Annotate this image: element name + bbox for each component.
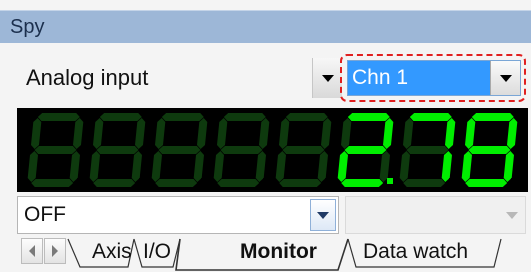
digit-2-segment-b [197, 118, 208, 149]
digit-0-segment-b [73, 118, 84, 149]
digit-4-segment-g [282, 146, 325, 154]
digit-2-segment-f [155, 118, 166, 149]
digit-7-segment-c [503, 151, 514, 182]
seven-segment-display [17, 108, 528, 192]
digit-4-segment-c [317, 151, 328, 182]
tab-io[interactable]: I/O [143, 240, 171, 264]
digit-3-segment-b [259, 118, 270, 149]
digit-1-decimal-point [139, 178, 145, 184]
panel-title: Spy [10, 16, 45, 38]
digit-7-decimal-point [511, 178, 517, 184]
digit-3-segment-f [217, 118, 228, 149]
digit-5-segment-e [337, 151, 348, 182]
digit-7-segment-g [468, 146, 511, 154]
spy-panel: Spy Analog input Chn 1 OFF Axis I/O Moni… [0, 0, 531, 272]
digit-3-segment-a [223, 113, 266, 121]
digit-5-segment-g [344, 146, 387, 154]
digit-1-segment-g [96, 146, 139, 154]
digit-5-segment-a [347, 113, 390, 121]
tab-monitor[interactable]: Monitor [240, 240, 317, 264]
digit-2-segment-c [193, 151, 204, 182]
source-select[interactable]: Analog input [20, 58, 342, 98]
digit-5-segment-d [341, 179, 384, 187]
mode-select[interactable]: OFF [17, 196, 339, 234]
mode-select-value: OFF [24, 203, 66, 226]
chevron-down-icon [317, 211, 329, 219]
digit-0-segment-e [27, 151, 38, 182]
digit-2-segment-g [158, 146, 201, 154]
source-select-value: Analog input [26, 65, 149, 90]
panel-titlebar: Spy [0, 10, 531, 43]
digit-5-segment-b [383, 118, 394, 149]
digit-3-decimal-point [263, 178, 269, 184]
digit-7-segment-f [465, 118, 476, 149]
digit-5-segment-c [379, 151, 390, 182]
chevron-down-icon [321, 74, 334, 82]
channel-select-value: Chn 1 [352, 66, 409, 89]
digit-4-segment-a [285, 113, 328, 121]
digit-0-segment-g [34, 146, 77, 154]
digit-1-segment-a [99, 113, 142, 121]
digit-7-segment-a [471, 113, 514, 121]
digit-6-segment-e [399, 151, 410, 182]
digit-4-decimal-point [325, 178, 331, 184]
digit-1-segment-e [89, 151, 100, 182]
digit-2-segment-a [161, 113, 204, 121]
seven-segment-digits [27, 113, 518, 187]
secondary-select-dropdown-button [499, 197, 525, 233]
digit-1-segment-b [135, 118, 146, 149]
digit-3-segment-g [220, 146, 263, 154]
digit-7-segment-b [507, 118, 518, 149]
digit-7-segment-d [465, 179, 508, 187]
chevron-down-icon [506, 211, 518, 219]
digit-3-segment-e [213, 151, 224, 182]
digit-4-segment-f [279, 118, 290, 149]
digit-0-segment-d [31, 179, 74, 187]
channel-select[interactable]: Chn 1 [347, 60, 521, 96]
tab-strip: Axis I/O Monitor Data watch [0, 236, 531, 272]
mode-select-dropdown-button[interactable] [310, 199, 336, 231]
digit-1-segment-f [93, 118, 104, 149]
digit-0-segment-a [37, 113, 80, 121]
source-select-dropdown-button[interactable] [312, 58, 342, 98]
secondary-select-value [346, 197, 352, 233]
digit-2-segment-e [151, 151, 162, 182]
digit-3-segment-c [255, 151, 266, 182]
digit-2-segment-d [155, 179, 198, 187]
digit-7-segment-e [461, 151, 472, 182]
digit-0-decimal-point [77, 178, 83, 184]
channel-select-dropdown-button[interactable] [490, 61, 520, 95]
digit-1-segment-c [131, 151, 142, 182]
digit-4-segment-e [275, 151, 286, 182]
tab-axis[interactable]: Axis [92, 240, 132, 264]
digit-0-segment-c [69, 151, 80, 182]
digit-1-segment-d [93, 179, 136, 187]
secondary-select [345, 196, 526, 234]
tab-data-watch[interactable]: Data watch [363, 240, 468, 264]
digit-4-segment-d [279, 179, 322, 187]
digit-5-segment-f [341, 118, 352, 149]
digit-4-segment-b [321, 118, 332, 149]
digit-6-segment-a [409, 113, 452, 121]
digit-6-segment-b [445, 118, 456, 149]
digit-6-segment-d [403, 179, 446, 187]
digit-6-segment-c [441, 151, 452, 182]
chevron-down-icon [499, 74, 512, 82]
digit-6-segment-f [403, 118, 414, 149]
digit-0-segment-f [31, 118, 42, 149]
digit-6-segment-g [406, 146, 449, 154]
digit-5-decimal-point [387, 178, 393, 184]
digit-3-segment-d [217, 179, 260, 187]
digit-2-decimal-point [201, 178, 207, 184]
digit-6-decimal-point [449, 178, 455, 184]
